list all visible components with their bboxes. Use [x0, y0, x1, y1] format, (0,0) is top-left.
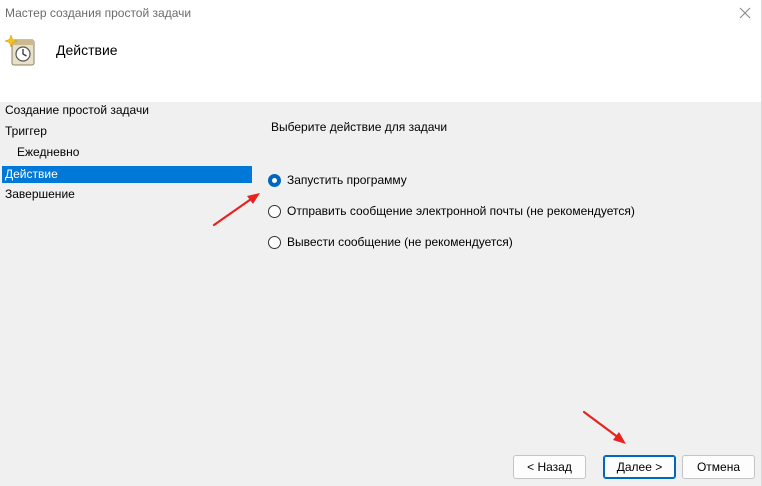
- radio-send-email[interactable]: Отправить сообщение электронной почты (н…: [268, 202, 635, 220]
- radio-label[interactable]: Запустить программу: [287, 173, 407, 187]
- close-icon[interactable]: [734, 3, 756, 23]
- sidebar-item-action: Действие: [2, 166, 252, 183]
- back-button[interactable]: < Назад: [513, 455, 586, 479]
- wizard-header: Действие: [0, 28, 762, 102]
- annotation-arrow-icon: [582, 410, 626, 444]
- window-title: Мастер создания простой задачи: [5, 6, 192, 20]
- radio-display-message[interactable]: Вывести сообщение (не рекомендуется): [268, 233, 513, 251]
- radio-start-program[interactable]: Запустить программу: [268, 171, 407, 189]
- task-scheduler-icon: [4, 34, 37, 67]
- sidebar-item-daily: Ежедневно: [17, 145, 80, 159]
- radio-label[interactable]: Вывести сообщение (не рекомендуется): [287, 235, 513, 249]
- radio-label[interactable]: Отправить сообщение электронной почты (н…: [287, 204, 635, 218]
- title-bar: Мастер создания простой задачи: [0, 0, 762, 28]
- radio-button[interactable]: [268, 204, 281, 218]
- radio-button-checked[interactable]: [268, 173, 281, 187]
- cancel-button[interactable]: Отмена: [682, 455, 755, 479]
- page-title: Действие: [56, 42, 118, 58]
- sidebar-item-create-task: Создание простой задачи: [5, 103, 149, 117]
- sidebar-item-trigger: Триггер: [5, 124, 47, 138]
- next-button[interactable]: Далее >: [603, 455, 676, 479]
- annotation-arrow-icon: [212, 193, 260, 227]
- radio-button[interactable]: [268, 235, 281, 249]
- action-prompt: Выберите действие для задачи: [271, 120, 448, 134]
